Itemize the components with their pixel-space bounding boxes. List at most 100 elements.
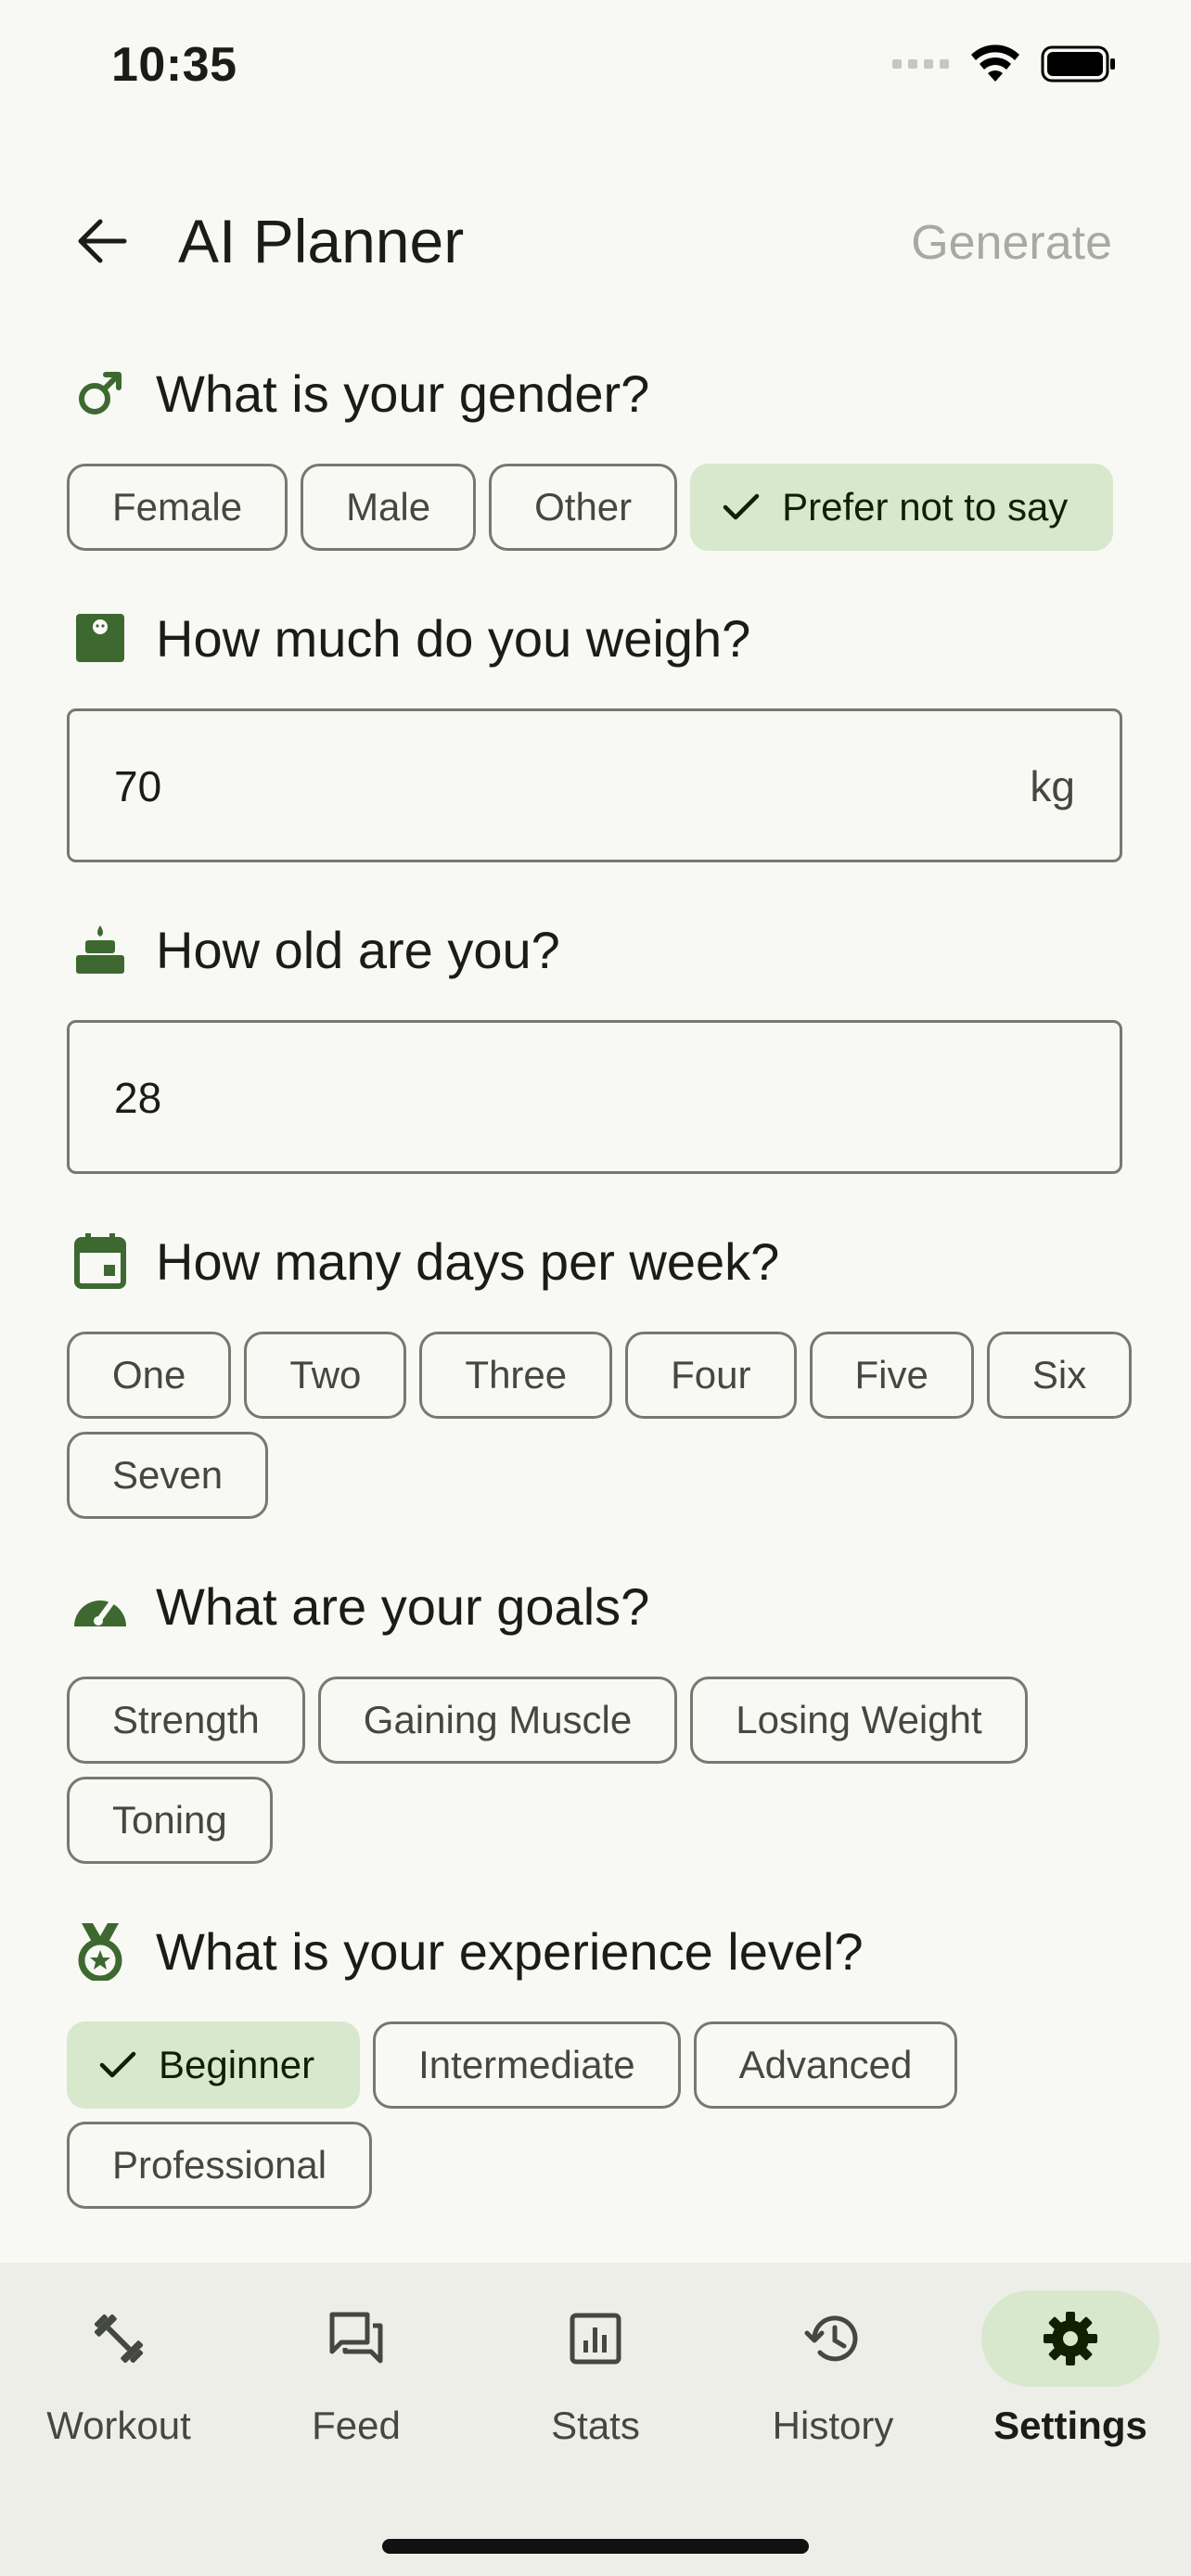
history-icon [804,2315,858,2362]
experience-question: What is your experience level? [67,1918,864,1984]
nav-item-workout[interactable]: Workout [0,2290,237,2448]
wifi-icon [971,45,1019,82]
goals-chip-losing-weight[interactable]: Losing Weight [690,1677,1028,1764]
chip-label: Toning [112,1798,227,1842]
days-chip-group: One Two Three Four Five Six Seven [67,1332,1133,1519]
chip-label: Strength [112,1698,260,1741]
gender-question: What is your gender? [67,360,649,427]
gender-chip-other[interactable]: Other [489,464,678,551]
age-value: 28 [114,1074,162,1122]
goals-chip-group: Strength Gaining Muscle Losing Weight To… [67,1677,1133,1864]
battery-icon [1041,45,1115,83]
cake-icon [67,916,134,983]
home-indicator [382,2539,809,2554]
page-title: AI Planner [178,207,465,275]
nav-indicator [267,2290,445,2387]
weight-question: How much do you weigh? [67,605,750,671]
days-question: How many days per week? [67,1228,779,1294]
days-chip-two[interactable]: Two [244,1332,407,1419]
weight-unit: kg [1030,762,1075,810]
chip-label: One [112,1353,186,1396]
nav-label: Settings [993,2404,1147,2447]
nav-indicator [30,2290,208,2387]
dumbbell-icon [94,2314,144,2364]
nav-indicator [744,2290,922,2387]
chart-icon [570,2313,621,2365]
chip-label: Prefer not to say [782,485,1069,529]
age-field[interactable]: 28 [67,1020,1122,1174]
experience-chip-advanced[interactable]: Advanced [693,2021,958,2109]
age-question-label: How old are you? [156,920,560,979]
speedometer-icon [67,1573,134,1639]
chip-label: Female [112,485,243,529]
days-chip-four[interactable]: Four [625,1332,797,1419]
days-chip-six[interactable]: Six [986,1332,1133,1419]
chip-label: Two [289,1353,362,1396]
chip-label: Intermediate [418,2043,635,2086]
nav-indicator [981,2290,1159,2387]
experience-chip-beginner[interactable]: Beginner [67,2021,361,2109]
chip-label: Male [346,485,431,529]
gender-chip-male[interactable]: Male [301,464,477,551]
chip-label: Other [534,485,633,529]
chip-label: Advanced [738,2043,913,2086]
goals-chip-gaining-muscle[interactable]: Gaining Muscle [317,1677,678,1764]
goals-question: What are your goals? [67,1573,649,1639]
chip-label: Five [854,1353,928,1396]
nav-label: History [772,2404,894,2447]
days-question-label: How many days per week? [156,1231,780,1291]
gender-question-label: What is your gender? [156,363,650,423]
nav-item-history[interactable]: History [714,2290,952,2448]
chip-label: Seven [112,1453,224,1497]
experience-chip-intermediate[interactable]: Intermediate [373,2021,681,2109]
male-icon [67,360,134,427]
days-chip-five[interactable]: Five [809,1332,974,1419]
days-chip-seven[interactable]: Seven [67,1432,269,1519]
goals-chip-strength[interactable]: Strength [67,1677,305,1764]
chip-label: Beginner [159,2043,315,2086]
status-bar: 10:35 [0,0,1191,139]
days-chip-one[interactable]: One [67,1332,232,1419]
check-icon [99,2050,136,2080]
chip-label: Three [465,1353,568,1396]
nav-item-stats[interactable]: Stats [477,2290,714,2448]
weight-question-label: How much do you weigh? [156,608,751,668]
app-bar: AI Planner Generate [0,185,1191,297]
nav-indicator [506,2290,685,2387]
nav-label: Workout [46,2404,191,2447]
experience-chip-professional[interactable]: Professional [67,2122,373,2209]
gender-chip-prefer-not-to-say[interactable]: Prefer not to say [690,464,1114,551]
experience-chip-group: Beginner Intermediate Advanced Professio… [67,2021,1133,2209]
weight-field[interactable]: 70 kg [67,708,1122,862]
check-icon [723,492,760,522]
experience-question-label: What is your experience level? [156,1921,864,1981]
gear-icon [1044,2312,1097,2366]
goals-chip-toning[interactable]: Toning [67,1777,273,1864]
arrow-back-icon [78,219,127,263]
gender-chip-female[interactable]: Female [67,464,288,551]
calendar-icon [67,1228,134,1294]
age-question: How old are you? [67,916,560,983]
forum-icon [329,2312,383,2364]
goals-question-label: What are your goals? [156,1576,650,1636]
bottom-navigation: Workout Feed Stats History Settings [0,2263,1191,2576]
medal-icon [67,1918,134,1984]
chip-label: Losing Weight [736,1698,982,1741]
days-chip-three[interactable]: Three [419,1332,613,1419]
chip-label: Six [1031,1353,1087,1396]
nav-label: Stats [551,2404,640,2447]
gender-chip-group: Female Male Other Prefer not to say [67,464,1133,551]
chip-label: Gaining Muscle [363,1698,633,1741]
chip-label: Four [671,1353,751,1396]
status-time: 10:35 [111,38,237,92]
nav-item-feed[interactable]: Feed [237,2290,475,2448]
scale-icon [67,605,134,671]
back-button[interactable] [65,211,139,271]
weight-value: 70 [114,762,162,810]
nav-label: Feed [312,2404,401,2447]
nav-item-settings[interactable]: Settings [952,2290,1189,2448]
generate-button[interactable]: Generate [911,215,1112,271]
cellular-signal-icon [892,59,949,69]
status-icons [892,45,1117,83]
chip-label: Professional [112,2143,327,2187]
